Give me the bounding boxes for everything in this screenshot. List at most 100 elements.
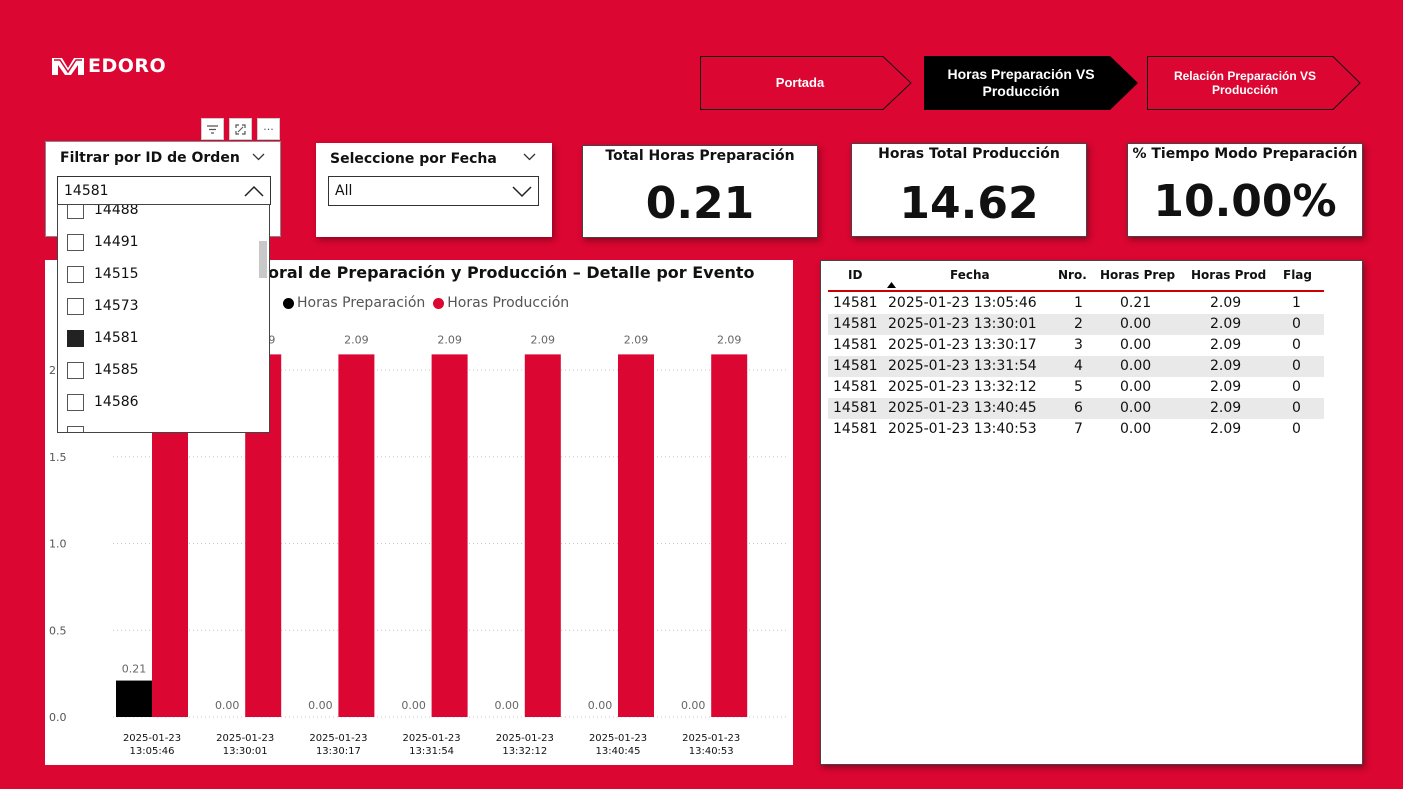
checkbox[interactable] <box>67 265 84 283</box>
list-item[interactable]: 14488 <box>67 205 139 226</box>
table-row[interactable]: 14581 2025-01-23 13:40:45 6 0.00 2.09 0 <box>828 398 1324 419</box>
table-cell: 2.09 <box>1210 316 1242 332</box>
kpi-title: % Tiempo Modo Preparación <box>1132 146 1358 162</box>
checkbox[interactable] <box>67 297 84 315</box>
checkbox[interactable] <box>67 233 84 251</box>
table-cell: 0.00 <box>1120 358 1152 374</box>
slicer-orden-list: 14488 14491 14515 14573 14581 14585 14586 <box>57 204 270 433</box>
kpi-value: 0.21 <box>645 178 755 229</box>
table-cell: 2.09 <box>1210 379 1242 395</box>
list-scrollbar[interactable] <box>259 241 267 278</box>
list-item-partial[interactable] <box>67 418 94 432</box>
nav-relacion-prep-vs-prod[interactable]: Relación Preparación VS Producción <box>1147 56 1361 110</box>
bar-label-prep: 0.00 <box>401 699 426 712</box>
table-cell: 7 <box>1074 421 1083 437</box>
x-tick-label: 2025-01-23 <box>682 733 740 744</box>
table-cell: 0.00 <box>1120 379 1152 395</box>
bar-horas-produccion <box>711 354 748 717</box>
col-horas-prep[interactable]: Horas Prep <box>1100 268 1175 282</box>
bar-label-prep: 0.00 <box>215 699 240 712</box>
kpi-value: 10.00% <box>1153 176 1337 227</box>
x-tick-label: 13:40:45 <box>596 746 641 757</box>
bar-label-prep: 0.00 <box>681 699 706 712</box>
list-item[interactable]: 14491 <box>67 226 139 258</box>
table-row[interactable]: 14581 2025-01-23 13:30:01 2 0.00 2.09 0 <box>828 314 1324 335</box>
table-row[interactable]: 14581 2025-01-23 13:32:12 5 0.00 2.09 0 <box>828 377 1324 398</box>
table-cell: 0 <box>1292 358 1301 374</box>
table-cell: 0.00 <box>1120 400 1152 416</box>
list-item[interactable]: 14585 <box>67 354 139 386</box>
nav-relacion-label: Relación Preparación VS Producción <box>1173 68 1317 97</box>
table-cell: 0.00 <box>1120 337 1152 353</box>
more-options-icon[interactable]: ··· <box>257 118 280 140</box>
list-item-label: 14573 <box>94 298 139 314</box>
table-cell: 14581 <box>833 400 878 416</box>
table-cell: 0 <box>1292 379 1301 395</box>
slicer-fecha: Seleccione por Fecha All <box>316 143 552 237</box>
table-cell: 2025-01-23 13:40:53 <box>888 421 1037 437</box>
list-item[interactable]: 14573 <box>67 290 139 322</box>
table-cell: 2025-01-23 13:32:12 <box>888 379 1037 395</box>
table-cell: 2025-01-23 13:30:01 <box>888 316 1037 332</box>
table-row[interactable]: 14581 2025-01-23 13:30:17 3 0.00 2.09 0 <box>828 335 1324 356</box>
table-row[interactable]: 14581 2025-01-23 13:05:46 1 0.21 2.09 1 <box>828 293 1324 314</box>
x-tick-label: 13:31:54 <box>409 746 454 757</box>
bar-label-prep: 0.00 <box>495 699 520 712</box>
sort-ascending-icon <box>887 282 896 288</box>
bar-label-prod: 2.09 <box>717 333 742 346</box>
col-horas-prod[interactable]: Horas Prod <box>1191 268 1266 282</box>
list-item[interactable]: 14515 <box>67 258 139 290</box>
table-cell: 5 <box>1074 379 1083 395</box>
chevron-down-icon[interactable] <box>523 153 536 161</box>
checkbox[interactable] <box>67 425 84 432</box>
col-nro[interactable]: Nro. <box>1058 268 1087 282</box>
chevron-up-icon <box>244 185 264 197</box>
x-tick-label: 2025-01-23 <box>123 733 181 744</box>
table-header: ID Fecha Nro. Horas Prep Horas Prod Flag <box>828 266 1324 292</box>
filter-icon[interactable] <box>201 118 224 140</box>
chevron-down-icon[interactable] <box>252 153 265 161</box>
checkbox[interactable] <box>67 329 84 347</box>
table-cell: 0 <box>1292 421 1301 437</box>
table-cell: 2025-01-23 13:31:54 <box>888 358 1037 374</box>
table-cell: 2025-01-23 13:05:46 <box>888 295 1037 311</box>
table-cell: 14581 <box>833 421 878 437</box>
y-tick-label: 1.0 <box>49 538 67 551</box>
kpi-horas-total-prod: Horas Total Producción 14.62 <box>851 143 1087 237</box>
table-cell: 0.00 <box>1120 421 1152 437</box>
table-cell: 4 <box>1074 358 1083 374</box>
col-flag[interactable]: Flag <box>1283 268 1312 282</box>
focus-mode-icon[interactable] <box>229 118 252 140</box>
list-item[interactable]: 14581 <box>67 322 139 354</box>
table-cell: 6 <box>1074 400 1083 416</box>
x-tick-label: 13:30:17 <box>316 746 361 757</box>
nav-horas-label: Horas Preparación VS Producción <box>947 66 1095 99</box>
table-cell: 2025-01-23 13:30:17 <box>888 337 1037 353</box>
table-cell: 3 <box>1074 337 1083 353</box>
slicer-fecha-title: Seleccione por Fecha <box>330 151 497 167</box>
bar-horas-produccion <box>338 354 375 717</box>
x-tick-label: 13:05:46 <box>130 746 175 757</box>
table-cell: 1 <box>1074 295 1083 311</box>
checkbox[interactable] <box>67 393 84 411</box>
bar-label-prod: 2.09 <box>437 333 462 346</box>
nav-horas-prep-vs-prod[interactable]: Horas Preparación VS Producción <box>924 56 1138 110</box>
slicer-orden-dropdown[interactable]: 14581 <box>57 176 271 205</box>
y-tick-label: 0.5 <box>49 624 67 637</box>
x-tick-label: 2025-01-23 <box>309 733 367 744</box>
slicer-orden-selected: 14581 <box>64 182 109 199</box>
table-cell: 1 <box>1292 295 1301 311</box>
list-item[interactable]: 14586 <box>67 386 139 418</box>
col-fecha[interactable]: Fecha <box>950 268 990 282</box>
table-cell: 0.21 <box>1120 295 1152 311</box>
slicer-fecha-dropdown[interactable]: All <box>328 176 539 206</box>
checkbox[interactable] <box>67 205 84 219</box>
nav-portada[interactable]: Portada <box>700 56 912 110</box>
table-cell: 2.09 <box>1210 400 1242 416</box>
col-id[interactable]: ID <box>848 268 862 282</box>
bar-label-prep: 0.00 <box>308 699 333 712</box>
checkbox[interactable] <box>67 361 84 379</box>
table-row[interactable]: 14581 2025-01-23 13:40:53 7 0.00 2.09 0 <box>828 419 1324 440</box>
x-tick-label: 2025-01-23 <box>403 733 461 744</box>
table-row[interactable]: 14581 2025-01-23 13:31:54 4 0.00 2.09 0 <box>828 356 1324 377</box>
